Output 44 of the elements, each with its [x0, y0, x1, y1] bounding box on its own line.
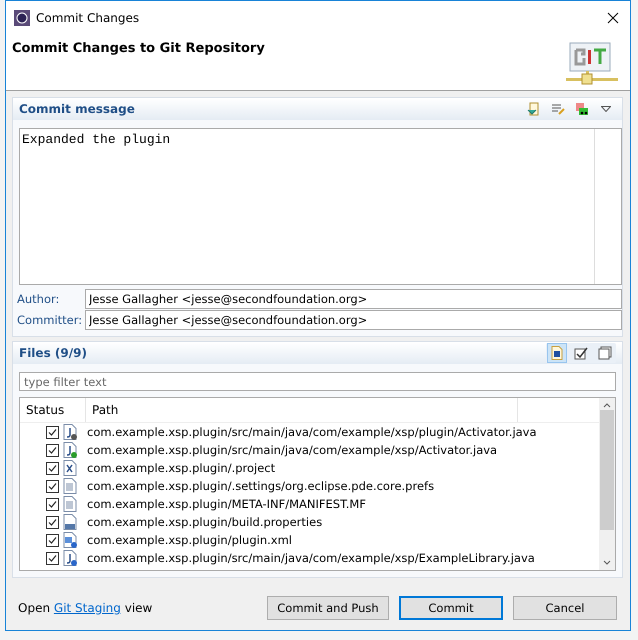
dialog-button[interactable]: Commit and Push — [267, 596, 389, 620]
file-icon — [63, 532, 77, 548]
file-icon — [63, 496, 77, 512]
file-path[interactable]: com.example.xsp.plugin/.project — [87, 461, 276, 475]
checkbox[interactable] — [46, 552, 59, 564]
file-icon — [63, 442, 77, 458]
dialog-button[interactable]: Cancel — [513, 596, 617, 620]
file-path[interactable]: com.example.xsp.plugin/META-INF/MANIFEST.MF — [87, 497, 366, 511]
section-title: Commit message — [19, 102, 135, 116]
column-header[interactable]: Path — [86, 398, 518, 422]
app-icon — [14, 10, 30, 26]
file-icon — [63, 478, 77, 494]
staging-view-text: Open Git Staging view — [18, 601, 154, 615]
column-header[interactable]: Status — [20, 398, 86, 422]
filter-field[interactable]: type filter text — [19, 372, 616, 391]
file-path[interactable]: com.example.xsp.plugin/src/main/java/com/example/xsp/Activator.java — [87, 443, 498, 457]
checkbox[interactable] — [46, 462, 59, 474]
dialog-heading: Commit Changes to Git Repository — [12, 41, 265, 58]
commit-message-field[interactable]: Expanded the plugin — [19, 128, 622, 285]
field-label: Author: — [16, 292, 60, 306]
file-icon — [63, 460, 77, 476]
dialog-button[interactable]: Commit — [399, 596, 503, 620]
checkbox[interactable] — [46, 480, 59, 492]
file-path[interactable]: com.example.xsp.plugin/src/main/java/com/example/xsp/ExampleLibrary.java — [87, 551, 535, 565]
file-icon — [63, 550, 77, 566]
file-icon — [63, 424, 77, 440]
close-icon[interactable] — [607, 12, 619, 24]
file-path[interactable]: com.example.xsp.plugin/build.properties — [87, 515, 322, 529]
file-icon — [63, 514, 77, 530]
checkbox[interactable] — [46, 426, 59, 438]
scroll-down-icon[interactable] — [603, 560, 611, 565]
section-title: Files (9/9) — [19, 346, 87, 360]
file-path[interactable]: com.example.xsp.plugin/src/main/java/com/example/xsp/plugin/Activator.java — [87, 425, 537, 439]
file-path[interactable]: com.example.xsp.plugin/.settings/org.eclipse.pde.core.prefs — [87, 479, 434, 493]
field-label: Committer: — [16, 313, 79, 327]
checkbox[interactable] — [46, 444, 59, 456]
checkbox[interactable] — [46, 534, 59, 546]
file-path[interactable]: com.example.xsp.plugin/plugin.xml — [87, 533, 292, 547]
checkbox[interactable] — [46, 498, 59, 510]
checkbox[interactable] — [46, 516, 59, 528]
git-staging-link[interactable]: Git Staging — [54, 601, 121, 615]
window-title: Commit Changes — [36, 11, 140, 25]
scrollbar[interactable] — [599, 398, 615, 570]
scroll-up-icon[interactable] — [603, 403, 611, 408]
